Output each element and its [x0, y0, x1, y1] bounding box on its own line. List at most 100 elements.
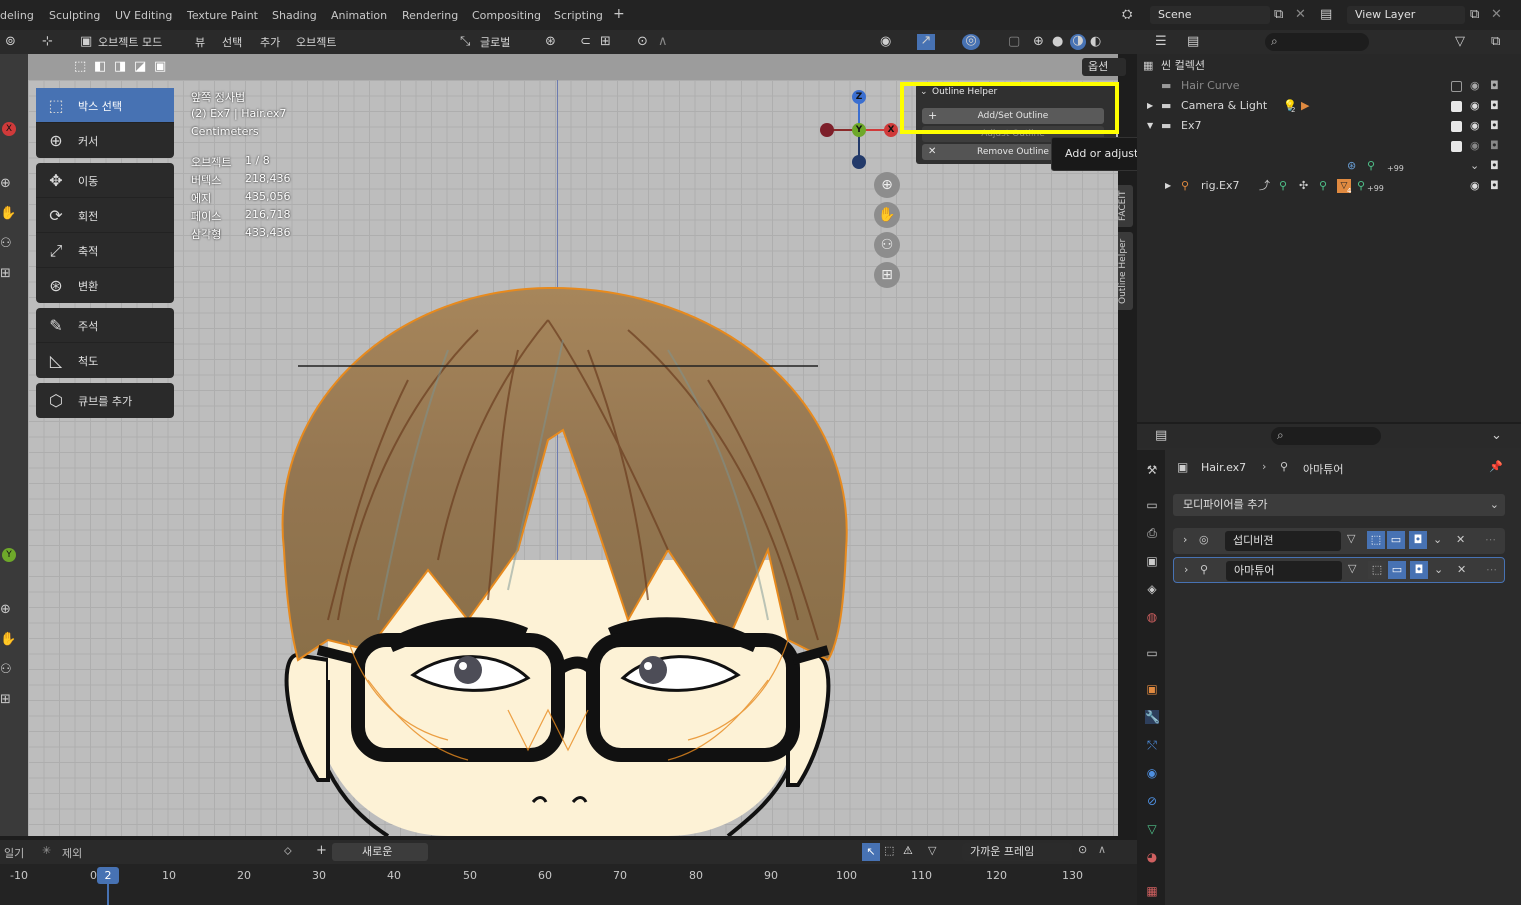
constraints-tab-icon[interactable]: ⊘ — [1145, 794, 1159, 808]
delete-view-layer-icon[interactable]: ✕ — [1491, 8, 1502, 22]
world-tab-icon[interactable]: ◍ — [1145, 610, 1159, 624]
select-cursor-icon[interactable]: ↖ — [862, 843, 880, 861]
output-tab-icon[interactable]: ⎙ — [1145, 526, 1159, 540]
transform-pivot-icon[interactable]: ⊹ — [42, 35, 53, 49]
pan-icon[interactable]: ✋ — [0, 206, 16, 221]
box-select-icon[interactable]: ⬚ — [884, 844, 894, 857]
orientation-icon[interactable]: ⤡ — [460, 35, 470, 49]
wireframe-shading-icon[interactable]: ⊕ — [1033, 35, 1044, 49]
filter-view-icon[interactable]: ▤ — [1187, 35, 1199, 49]
new-scene-icon[interactable]: ⧉ — [1274, 8, 1283, 22]
modifier-menu-icon[interactable]: ⌄ — [1433, 533, 1442, 546]
eye-icon[interactable]: ◉ — [1470, 176, 1480, 196]
gizmo-toggle-icon[interactable]: ↗ — [917, 34, 935, 50]
grid-icon-2[interactable]: ⊞ — [0, 692, 11, 707]
realtime-icon[interactable]: ▭ — [1388, 561, 1406, 579]
snap-icon[interactable]: ⊂ — [580, 35, 591, 49]
filter-icon[interactable]: ▽ — [1455, 35, 1465, 49]
scene-tab-icon[interactable]: ◈ — [1145, 582, 1159, 596]
proportional-edit-icon[interactable]: ⊙ — [637, 35, 648, 49]
outliner-row-hair-curve[interactable]: ▬ Hair Curve ◉ ◘ — [1137, 76, 1521, 96]
tool-transform[interactable]: ⊛ 변환 — [36, 268, 174, 303]
overlay-toggle-icon[interactable]: ◎ — [962, 34, 980, 50]
scene-browse-icon[interactable]: ⛭ — [1122, 8, 1132, 22]
tool-measure[interactable]: ◺ 척도 — [36, 343, 174, 378]
tool-annotate[interactable]: ✎ 주석 — [36, 308, 174, 343]
properties-editor-icon[interactable]: ▤ — [1155, 429, 1167, 443]
add-icon[interactable]: + — [316, 843, 327, 858]
select-intersect-icon[interactable]: ▣ — [154, 60, 166, 74]
expand-arrow-icon[interactable]: ▶ — [1147, 96, 1153, 116]
outliner-row-scene-collection[interactable]: ▦ 씬 컬렉션 — [1137, 56, 1521, 76]
render-icon[interactable]: ◘ — [1490, 136, 1499, 156]
tool-move[interactable]: ✥ 이동 — [36, 163, 174, 198]
zoom-icon[interactable]: ⊕ — [0, 176, 11, 191]
modifier-menu-icon[interactable]: ⌄ — [1434, 563, 1443, 576]
tab-outline-helper[interactable]: Outline Helper — [1118, 232, 1133, 310]
modifier-tab-icon[interactable]: 🔧 — [1145, 710, 1160, 724]
options-chevron-icon[interactable]: ⌄ — [1491, 429, 1502, 443]
expand-arrow-icon[interactable]: ▼ — [1147, 116, 1153, 136]
gizmo-y-axis[interactable]: Y — [852, 123, 866, 137]
select-subtract-icon[interactable]: ◨ — [114, 60, 126, 74]
camera-icon-2[interactable]: ⚇ — [0, 662, 12, 677]
collection-tab-icon[interactable]: ▭ — [1145, 646, 1159, 660]
timeline-label-1[interactable]: 일기 — [4, 845, 24, 861]
render-icon[interactable]: ◘ — [1490, 156, 1499, 176]
object-mode-icon[interactable]: ▣ — [80, 35, 92, 49]
tab-scripting[interactable]: Scripting — [554, 9, 603, 22]
material-shading-icon[interactable]: ◑ — [1070, 34, 1086, 50]
outliner-row-rig[interactable]: ▶ ⚲ rig.Ex7 ⤴ ⚲ ✣ ⚲ ▽ 4 ⚲ +99 ◉ ◘ — [1137, 176, 1521, 196]
outliner-row-hidden[interactable]: ◉ ◘ — [1137, 136, 1521, 156]
select-new-icon[interactable]: ⬚ — [74, 60, 86, 74]
zoom-icon-2[interactable]: ⊕ — [0, 602, 11, 617]
menu-view[interactable]: 뷰 — [195, 34, 205, 50]
render-icon[interactable]: ◘ — [1490, 76, 1499, 96]
outliner-row-ex7[interactable]: ▼ ▬ Ex7 ◉ ◘ — [1137, 116, 1521, 136]
exclude-checkbox[interactable] — [1451, 121, 1462, 132]
properties-search-input[interactable]: ⌕ — [1271, 427, 1381, 445]
camera-view-icon[interactable]: ⚇ — [874, 232, 900, 258]
tab-shading[interactable]: Shading — [272, 9, 317, 22]
timeline-label-2[interactable]: 제외 — [62, 845, 82, 861]
drag-handle-icon[interactable]: ⋯ — [1485, 533, 1496, 546]
visibility-toggle-icon[interactable]: ⌄ — [1470, 156, 1479, 176]
render-toggle-icon[interactable]: ◘ — [1410, 561, 1428, 579]
edit-cage-icon[interactable]: ▽ — [1348, 562, 1356, 575]
keyframe-type-icon[interactable]: ⬦ — [284, 844, 292, 858]
delete-scene-icon[interactable]: ✕ — [1295, 8, 1306, 22]
editmode-icon[interactable]: ⬚ — [1368, 561, 1386, 579]
warning-icon[interactable]: ⚠ — [903, 844, 913, 857]
physics-tab-icon[interactable]: ◉ — [1145, 766, 1159, 780]
rendered-shading-icon[interactable]: ◐ — [1090, 35, 1101, 49]
scene-name-field[interactable]: Scene — [1150, 6, 1270, 24]
exclude-checkbox[interactable] — [1451, 101, 1462, 112]
render-icon[interactable]: ◘ — [1490, 96, 1499, 116]
eye-icon[interactable]: ◉ — [1470, 116, 1480, 136]
material-tab-icon[interactable]: ◕ — [1145, 850, 1159, 864]
modifier-name-field[interactable]: 아마튜어 — [1226, 561, 1342, 581]
xray-icon[interactable]: ▢ — [1008, 35, 1020, 49]
render-icon[interactable]: ◘ — [1490, 116, 1499, 136]
mode-dropdown[interactable]: 오브젝트 모드 — [98, 34, 162, 50]
tool-scale[interactable]: ⤢ 축적 — [36, 233, 174, 268]
editmode-icon[interactable]: ⬚ — [1367, 531, 1385, 549]
new-view-layer-icon[interactable]: ⧉ — [1470, 8, 1479, 22]
tab-sculpting[interactable]: Sculpting — [49, 9, 100, 22]
texture-tab-icon[interactable]: ▦ — [1145, 884, 1159, 898]
tab-rendering[interactable]: Rendering — [402, 9, 458, 22]
select-invert-icon[interactable]: ◪ — [134, 60, 146, 74]
tab-compositing[interactable]: Compositing — [472, 9, 541, 22]
snap-mode-dropdown[interactable]: 가까운 프레임 — [962, 843, 1072, 861]
tab-faceit[interactable]: FACEIT — [1118, 185, 1133, 227]
ortho-toggle-icon[interactable]: ⊞ — [874, 262, 900, 288]
realtime-icon[interactable]: ▭ — [1387, 531, 1405, 549]
expand-chevron-icon[interactable]: › — [1183, 533, 1187, 546]
grid-icon[interactable]: ⊞ — [0, 266, 11, 281]
tool-tab-icon[interactable]: ⚒ — [1145, 463, 1159, 477]
gizmo-neg-z-axis[interactable] — [852, 155, 866, 169]
expand-chevron-icon[interactable]: › — [1184, 563, 1188, 576]
3d-viewport[interactable]: 앞쪽 정사법 (2) Ex7 | Hair.ex7 Centimeters 오브… — [28, 80, 1118, 836]
options-dropdown[interactable]: 옵션 — [1082, 58, 1126, 76]
tab-modeling[interactable]: deling — [0, 9, 34, 22]
